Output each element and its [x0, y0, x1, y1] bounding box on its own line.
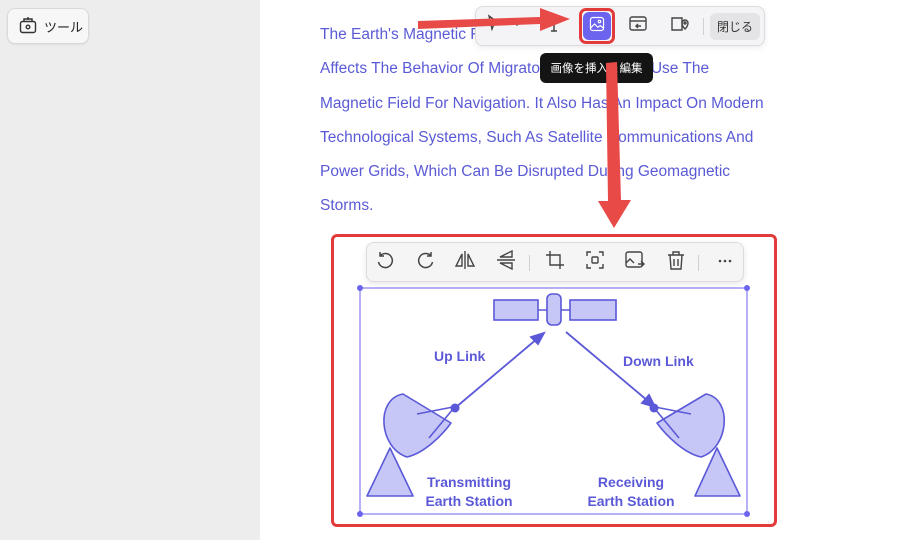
- location-tool-button[interactable]: [666, 12, 692, 40]
- toolbar-divider: [703, 18, 704, 35]
- paragraph-line: Power Grids, Which Can Be Disrupted Duri…: [320, 163, 731, 181]
- receiving-label-line1: Receiving: [598, 474, 664, 490]
- toolbar-divider: [698, 255, 699, 271]
- delete-icon: [665, 249, 687, 276]
- toolbar-divider: [529, 255, 530, 271]
- tools-label: ツール: [44, 19, 84, 35]
- rotate-left-icon: [374, 249, 396, 276]
- paragraph-line: Storms.: [320, 197, 374, 215]
- receiving-label-line2: Earth Station: [587, 493, 674, 509]
- crop-icon: [544, 249, 566, 276]
- uplink-label: Up Link: [434, 348, 486, 364]
- paragraph-line: Technological Systems, Such As Satellite…: [320, 128, 754, 146]
- downlink-arrow: [565, 331, 659, 413]
- tools-button[interactable]: ツール: [7, 8, 89, 44]
- replace-icon: [624, 249, 646, 276]
- flip-vertical-icon: [495, 249, 517, 276]
- selection-handle: [744, 285, 750, 291]
- paragraph-line: Magnetic Field For Navigation. It Also H…: [320, 94, 764, 112]
- location-pin-icon: [668, 13, 690, 40]
- transmitting-label-line2: Earth Station: [425, 493, 512, 509]
- edit-toolbar: 閉じる: [475, 6, 765, 46]
- delete-button[interactable]: [665, 249, 687, 276]
- text-tool-button[interactable]: [542, 12, 566, 40]
- image-edit-toolbar: [366, 242, 744, 282]
- downlink-label: Down Link: [623, 353, 694, 369]
- flip-vertical-button[interactable]: [495, 249, 517, 276]
- rotate-right-icon: [415, 249, 437, 276]
- image-tool-button[interactable]: [583, 12, 611, 40]
- satellite-diagram[interactable]: Up Link Down Link Transmitting Earth Sta…: [355, 283, 753, 519]
- close-button[interactable]: 閉じる: [710, 13, 760, 40]
- flip-horizontal-button[interactable]: [454, 249, 476, 276]
- selection-handle: [357, 511, 363, 517]
- text-icon: [543, 13, 565, 40]
- link-tool-button[interactable]: [625, 12, 651, 40]
- receiving-dish-icon: [654, 393, 741, 497]
- tooltip: 画像を挿入＆編集: [540, 53, 653, 83]
- extract-button[interactable]: [584, 249, 606, 276]
- rotate-right-button[interactable]: [415, 251, 437, 273]
- left-sidebar: ツール: [0, 0, 260, 540]
- select-tool-button[interactable]: [484, 12, 524, 40]
- satellite-icon: [493, 293, 617, 326]
- body-paragraph: The Earth's Magnetic Field Is Also Impor…: [320, 18, 800, 224]
- flip-horizontal-icon: [454, 249, 476, 276]
- uplink-arrow: [450, 331, 546, 413]
- replace-image-button[interactable]: [624, 249, 646, 276]
- more-icon: [714, 249, 736, 276]
- image-icon: [588, 15, 606, 38]
- extract-icon: [584, 249, 606, 276]
- select-icon: [484, 13, 524, 40]
- more-options-button[interactable]: [714, 251, 736, 273]
- rotate-left-button[interactable]: [374, 251, 396, 273]
- toolbox-icon: [18, 15, 38, 38]
- selection-handle: [744, 511, 750, 517]
- transmitting-label-line1: Transmitting: [427, 474, 511, 490]
- link-icon: [627, 13, 649, 40]
- crop-button[interactable]: [544, 249, 566, 276]
- selection-handle: [357, 285, 363, 291]
